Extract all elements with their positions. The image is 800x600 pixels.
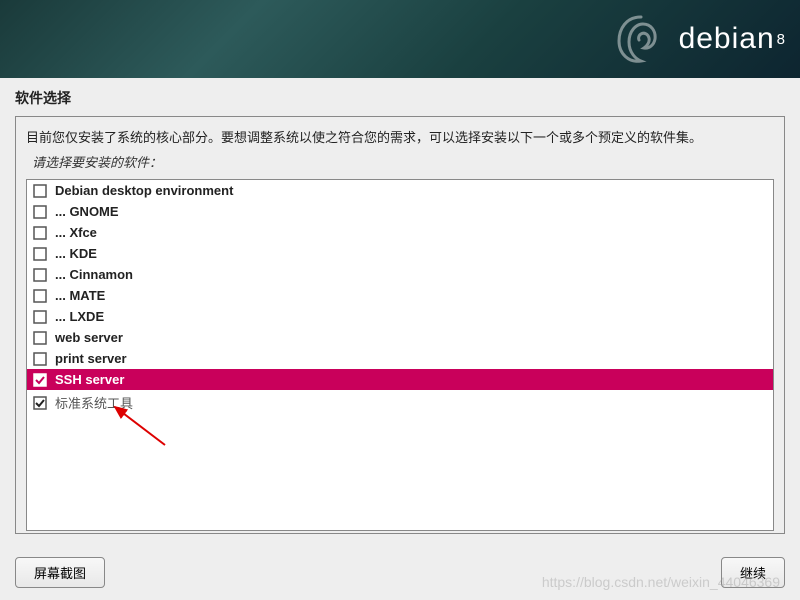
page-title: 软件选择	[0, 78, 800, 116]
footer: 屏幕截图 继续	[15, 557, 785, 588]
software-item-4[interactable]: ... Cinnamon	[27, 264, 773, 285]
checkbox-icon[interactable]	[33, 352, 47, 366]
software-listbox[interactable]: Debian desktop environment ... GNOME ... X…	[26, 179, 774, 531]
checkbox-icon[interactable]	[33, 289, 47, 303]
checkbox-icon[interactable]	[33, 396, 47, 410]
software-item-label: print server	[55, 351, 127, 366]
content-panel: 目前您仅安装了系统的核心部分。要想调整系统以使之符合您的需求，可以选择安装以下一…	[15, 116, 785, 534]
software-item-10[interactable]: 标准系统工具	[27, 390, 773, 415]
software-item-label: SSH server	[55, 372, 124, 387]
software-item-label: ... GNOME	[55, 204, 119, 219]
software-item-8[interactable]: print server	[27, 348, 773, 369]
checkbox-icon[interactable]	[33, 310, 47, 324]
checkbox-icon[interactable]	[33, 205, 47, 219]
software-item-label: ... MATE	[55, 288, 105, 303]
checkbox-icon[interactable]	[33, 331, 47, 345]
software-item-label: 标准系统工具	[55, 393, 133, 412]
checkbox-icon[interactable]	[33, 247, 47, 261]
software-item-label: ... Xfce	[55, 225, 97, 240]
software-item-7[interactable]: web server	[27, 327, 773, 348]
software-item-0[interactable]: Debian desktop environment	[27, 180, 773, 201]
software-item-label: ... Cinnamon	[55, 267, 133, 282]
software-item-5[interactable]: ... MATE	[27, 285, 773, 306]
software-item-2[interactable]: ... Xfce	[27, 222, 773, 243]
software-item-9[interactable]: SSH server	[27, 369, 773, 390]
debian-swirl-icon	[611, 9, 671, 69]
header-banner: debian 8	[0, 0, 800, 78]
prompt-text: 请选择要安装的软件：	[32, 152, 774, 171]
screenshot-button[interactable]: 屏幕截图	[15, 557, 105, 588]
checkbox-icon[interactable]	[33, 184, 47, 198]
software-item-label: ... KDE	[55, 246, 97, 261]
software-item-3[interactable]: ... KDE	[27, 243, 773, 264]
checkbox-icon[interactable]	[33, 268, 47, 282]
description-text: 目前您仅安装了系统的核心部分。要想调整系统以使之符合您的需求，可以选择安装以下一…	[26, 127, 774, 146]
software-item-label: Debian desktop environment	[55, 183, 233, 198]
logo-text: debian	[679, 22, 775, 56]
software-item-label: ... LXDE	[55, 309, 104, 324]
checkbox-icon[interactable]	[33, 226, 47, 240]
continue-button[interactable]: 继续	[721, 557, 785, 588]
checkbox-icon[interactable]	[33, 373, 47, 387]
software-item-1[interactable]: ... GNOME	[27, 201, 773, 222]
software-item-6[interactable]: ... LXDE	[27, 306, 773, 327]
software-item-label: web server	[55, 330, 123, 345]
logo-version: 8	[777, 31, 785, 48]
